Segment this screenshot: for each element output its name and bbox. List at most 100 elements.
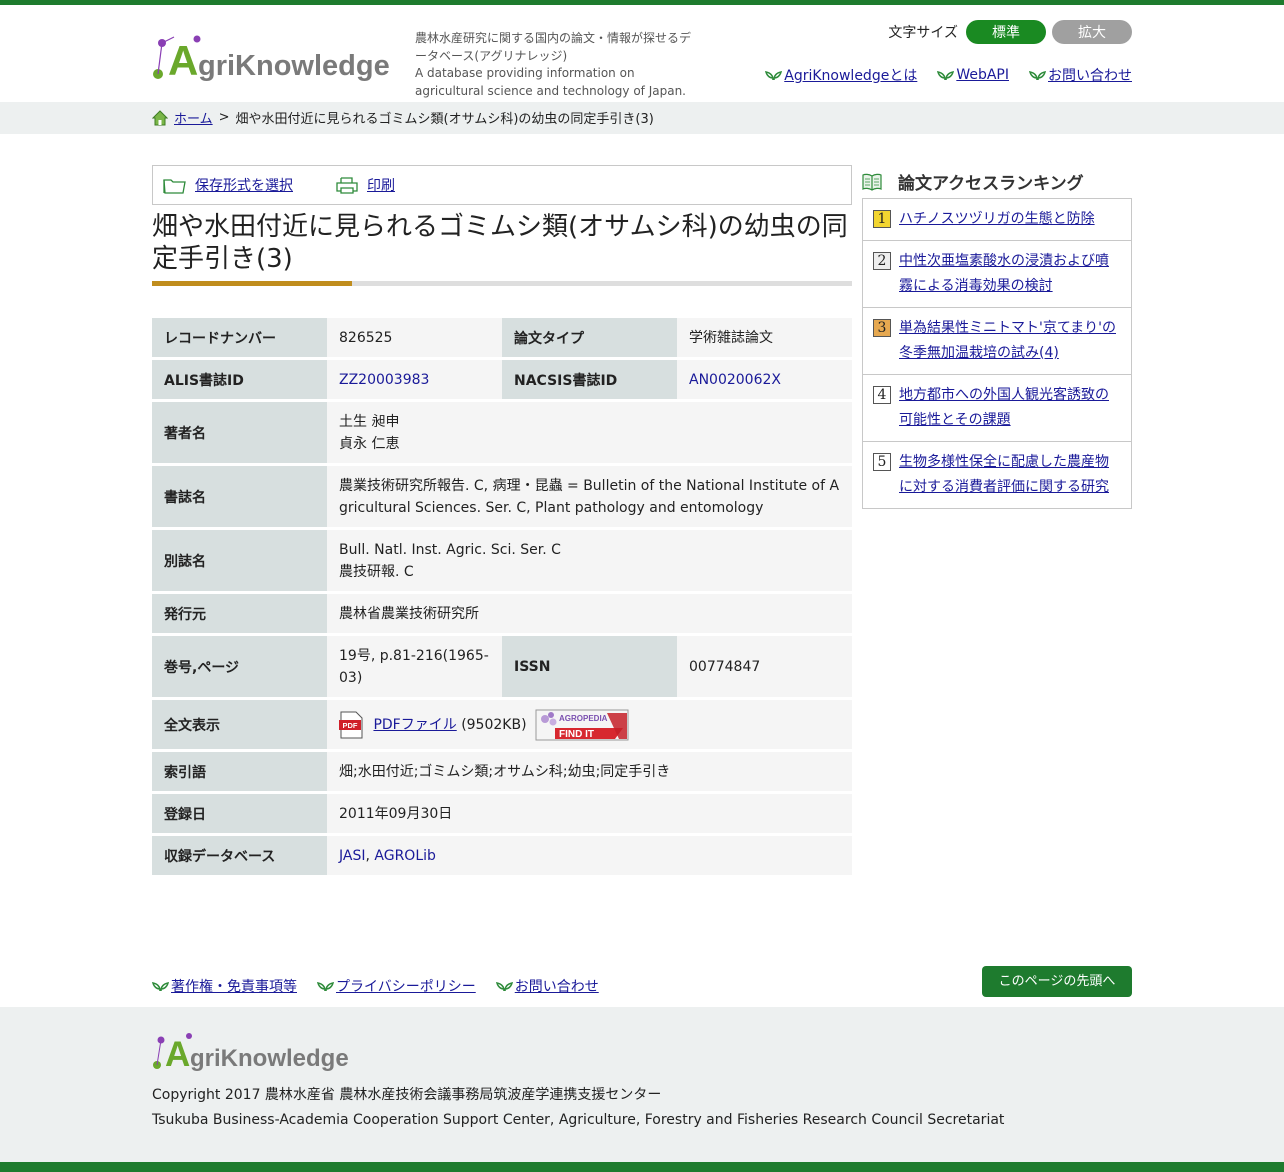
printer-icon — [336, 177, 358, 194]
sprout-icon — [765, 71, 783, 81]
logo-letter-a: A — [168, 37, 198, 83]
nacsis-id-link[interactable]: AN0020062X — [689, 372, 781, 388]
journal-value: 農業技術研究所報告. C, 病理・昆蟲 = Bulletin of the Na… — [327, 466, 852, 530]
table-row: 別誌名 Bull. Natl. Inst. Agric. Sci. Ser. C… — [152, 530, 852, 594]
footer-nav: 著作権・免責事項等 プライバシーポリシー お問い合わせ — [152, 976, 599, 996]
svg-text:griKnowledge: griKnowledge — [198, 50, 390, 82]
table-row: 発行元 農林省農業技術研究所 — [152, 594, 852, 636]
keywords-value: 畑;水田付近;ゴミムシ類;オサムシ科;幼虫;同定手引き — [327, 752, 852, 794]
database-label: 収録データベース — [152, 836, 327, 878]
ranking-article-link[interactable]: 地方都市への外国人観光客誘致の可能性とその課題 — [899, 383, 1121, 433]
author-name: 土生 昶申 — [339, 413, 400, 430]
footer-link-label: プライバシーポリシー — [336, 979, 476, 995]
font-size-standard-button[interactable]: 標準 — [966, 20, 1046, 44]
footer-link-label: お問い合わせ — [514, 979, 599, 995]
site-tagline: 農林水産研究に関する国内の論文・情報が探せるデータベース(アグリナレッジ) A … — [415, 30, 695, 100]
footer-link-privacy[interactable]: プライバシーポリシー — [317, 976, 476, 996]
list-item: 2 中性次亜塩素酸水の浸漬および噴霧による消毒効果の検討 — [863, 241, 1131, 308]
title-underline — [152, 281, 852, 286]
article-toolbar: 保存形式を選択 印刷 — [152, 165, 852, 205]
save-format-link[interactable]: 保存形式を選択 — [195, 175, 293, 195]
nav-link-contact[interactable]: お問い合わせ — [1029, 65, 1132, 85]
footer-agriknowledge-logo: A griKnowledge — [153, 1033, 349, 1073]
table-row: 巻号,ページ 19号, p.81-216(1965-03) ISSN 00774… — [152, 636, 852, 700]
rank-badge: 2 — [873, 252, 891, 270]
record-detail-table: レコードナンバー 826525 論文タイプ 学術雑誌論文 ALIS書誌ID ZZ… — [152, 318, 852, 878]
publisher-value: 農林省農業技術研究所 — [327, 594, 852, 636]
alis-id-cell: ZZ20003983 — [327, 360, 502, 402]
main-content: 保存形式を選択 印刷 畑や水田付近に見られるゴミムシ類(オサムシ科)の幼虫の同定… — [152, 165, 852, 878]
journal-label: 書誌名 — [152, 466, 327, 530]
nav-link-about[interactable]: AgriKnowledgeとは — [765, 65, 917, 85]
record-number-label: レコードナンバー — [152, 318, 327, 360]
database-link-jasi[interactable]: JASI — [339, 848, 365, 864]
breadcrumb: ホーム > 畑や水田付近に見られるゴミムシ類(オサムシ科)の幼虫の同定手引き(3… — [0, 102, 1284, 134]
registered-value: 2011年09月30日 — [327, 794, 852, 836]
ranking-article-link[interactable]: 単為結果性ミニトマト'京てまり'の冬季無加温栽培の試み(4) — [899, 316, 1121, 366]
issn-value: 00774847 — [677, 636, 852, 700]
nacsis-id-cell: AN0020062X — [677, 360, 852, 402]
fulltext-label: 全文表示 — [152, 700, 327, 752]
ranking-article-link[interactable]: ハチノスツヅリガの生態と防除 — [899, 207, 1095, 232]
breadcrumb-current: 畑や水田付近に見られるゴミムシ類(オサムシ科)の幼虫の同定手引き(3) — [235, 112, 654, 127]
paper-type-value: 学術雑誌論文 — [677, 318, 852, 360]
author-name: 貞永 仁恵 — [339, 435, 400, 452]
findit-label-text: FIND IT — [559, 729, 594, 740]
print-link[interactable]: 印刷 — [367, 175, 395, 195]
list-item: 4 地方都市への外国人観光客誘致の可能性とその課題 — [863, 375, 1131, 442]
ranking-sidebar: 論文アクセスランキング 1 ハチノスツヅリガの生態と防除 2 中性次亜塩素酸水の… — [862, 165, 1132, 509]
folder-icon — [163, 179, 186, 194]
fulltext-value: PDF PDFファイル (9502KB) AGROPEDIA FIND IT — [327, 700, 852, 752]
open-book-icon — [862, 173, 882, 191]
agriknowledge-logo[interactable]: A griKnowledge — [152, 33, 397, 83]
footer-link-contact[interactable]: お問い合わせ — [495, 976, 599, 996]
font-size-switcher: 文字サイズ 標準 拡大 — [888, 20, 1132, 44]
bottom-accent-bar — [0, 1162, 1284, 1172]
sprout-icon — [317, 982, 334, 992]
alis-id-link[interactable]: ZZ20003983 — [339, 372, 429, 388]
alt-journal-value: Bull. Natl. Inst. Agric. Sci. Ser. C 農技研… — [327, 530, 852, 594]
nav-link-label: WebAPI — [956, 67, 1009, 83]
header-nav: AgriKnowledgeとは WebAPI お問い合わせ — [765, 65, 1132, 85]
authors-label: 著者名 — [152, 402, 327, 466]
breadcrumb-home-link[interactable]: ホーム — [174, 108, 213, 127]
pdf-file-icon: PDF — [339, 711, 363, 738]
site-footer: A griKnowledge Copyright 2017 農林水産省 農林水産… — [0, 1007, 1284, 1162]
ranking-title: 論文アクセスランキング — [898, 174, 1084, 194]
back-to-top-button[interactable]: このページの先頭へ — [982, 966, 1132, 997]
publisher-label: 発行元 — [152, 594, 327, 636]
pdf-icon-label: PDF — [343, 721, 358, 730]
ranking-article-link[interactable]: 生物多様性保全に配慮した農産物に対する消費者評価に関する研究 — [899, 450, 1121, 500]
list-item: 1 ハチノスツヅリガの生態と防除 — [863, 199, 1131, 241]
list-item: 5 生物多様性保全に配慮した農産物に対する消費者評価に関する研究 — [863, 442, 1131, 508]
database-value: JASI, AGROLib — [327, 836, 852, 878]
alt-journal-label: 別誌名 — [152, 530, 327, 594]
rank-badge: 4 — [873, 386, 891, 404]
table-row: 索引語 畑;水田付近;ゴミムシ類;オサムシ科;幼虫;同定手引き — [152, 752, 852, 794]
table-row: 著者名 土生 昶申 貞永 仁恵 — [152, 402, 852, 466]
site-header: A griKnowledge 農林水産研究に関する国内の論文・情報が探せるデータ… — [0, 5, 1284, 102]
tagline-en: A database providing information on agri… — [415, 66, 686, 98]
authors-value: 土生 昶申 貞永 仁恵 — [327, 402, 852, 466]
nav-link-webapi[interactable]: WebAPI — [937, 65, 1009, 85]
agropedia-findit-button[interactable]: AGROPEDIA FIND IT — [535, 709, 629, 741]
home-icon — [152, 109, 168, 125]
footer-link-copyright[interactable]: 著作権・免責事項等 — [152, 976, 297, 996]
ranking-article-link[interactable]: 中性次亜塩素酸水の浸漬および噴霧による消毒効果の検討 — [899, 249, 1121, 299]
font-size-large-button[interactable]: 拡大 — [1052, 20, 1132, 44]
paper-type-label: 論文タイプ — [502, 318, 677, 360]
pdf-file-size: (9502KB) — [461, 716, 527, 733]
findit-brand-text: AGROPEDIA — [559, 714, 608, 723]
font-size-label: 文字サイズ — [888, 25, 958, 41]
table-row: 収録データベース JASI, AGROLib — [152, 836, 852, 878]
database-link-agrolib[interactable]: AGROLib — [374, 848, 436, 864]
record-number-value: 826525 — [327, 318, 502, 360]
table-row: 登録日 2011年09月30日 — [152, 794, 852, 836]
sprout-icon — [937, 71, 955, 81]
nav-link-label: AgriKnowledgeとは — [784, 68, 918, 84]
table-row: 全文表示 PDF PDFファイル (9502KB) AGROPEDIA FIND … — [152, 700, 852, 752]
sprout-icon — [1029, 71, 1046, 81]
nav-link-label: お問い合わせ — [1048, 68, 1132, 84]
pdf-file-link[interactable]: PDFファイル — [373, 717, 456, 733]
nacsis-id-label: NACSIS書誌ID — [502, 360, 677, 402]
